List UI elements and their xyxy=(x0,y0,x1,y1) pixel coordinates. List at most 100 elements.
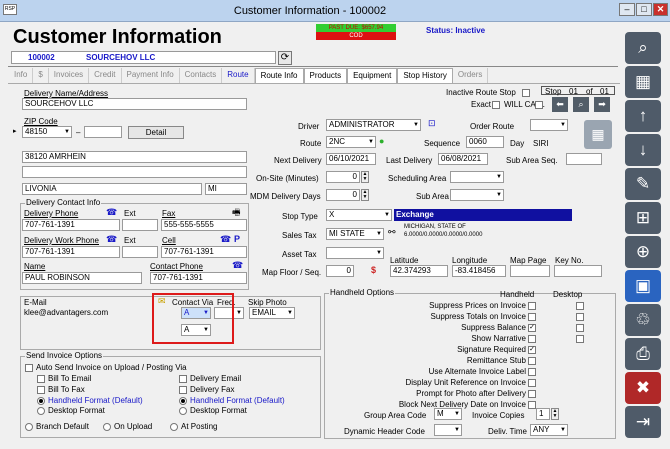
up-arrow-icon[interactable]: ↑ xyxy=(625,100,661,132)
pencil-icon[interactable]: ✎ xyxy=(625,168,661,200)
address1-field[interactable]: 38120 AMRHEIN xyxy=(22,151,247,163)
sub-area-seq-field[interactable] xyxy=(566,153,602,165)
tab-dollar[interactable]: $ xyxy=(33,68,49,83)
work-phone-field[interactable]: 707-761-1391 xyxy=(22,246,120,258)
customer-selector[interactable]: 100002 SOURCEHOV LLC xyxy=(11,51,276,64)
tab-equipment[interactable]: Equipment xyxy=(347,68,398,83)
invoice-copies-spinner[interactable]: ▲ ▼ xyxy=(551,408,559,420)
zip-field[interactable]: 48150 xyxy=(22,126,72,138)
tab-orders[interactable]: Orders xyxy=(453,68,489,83)
at-posting-radio[interactable] xyxy=(170,423,178,431)
branch-default-radio[interactable] xyxy=(25,423,33,431)
tab-invoices[interactable]: Invoices xyxy=(49,68,90,83)
exact-checkbox[interactable] xyxy=(492,101,500,109)
deliv-time-select[interactable]: ANY xyxy=(530,424,568,436)
phone-icon[interactable]: ☎ xyxy=(232,260,243,270)
close-x-icon[interactable]: ✖ xyxy=(625,372,661,404)
cell-field[interactable]: 707-761-1391 xyxy=(161,246,247,258)
parking-icon[interactable]: P xyxy=(234,234,240,244)
option-handheld-checkbox-1[interactable] xyxy=(528,313,536,321)
sequence-field[interactable]: 0060 xyxy=(466,136,504,148)
onsite-spinner[interactable]: ▲ ▼ xyxy=(361,171,369,183)
desktop-format-radio-2[interactable] xyxy=(179,407,187,415)
phone-icon[interactable]: ☎ xyxy=(106,207,117,217)
inactive-route-stop-checkbox[interactable] xyxy=(522,89,530,97)
option-handheld-checkbox-6[interactable] xyxy=(528,368,536,376)
contact-name-field[interactable]: PAUL ROBINSON xyxy=(22,272,142,284)
tab-payment-info[interactable]: Payment Info xyxy=(122,68,180,83)
map-pin-icon[interactable]: ● xyxy=(379,136,384,146)
option-handheld-checkbox-4[interactable]: ✓ xyxy=(528,346,536,354)
option-handheld-checkbox-8[interactable] xyxy=(528,390,536,398)
option-handheld-checkbox-0[interactable] xyxy=(528,302,536,310)
tab-credit[interactable]: Credit xyxy=(89,68,122,83)
delivery-email-checkbox[interactable] xyxy=(179,375,187,383)
last-delivery-field[interactable]: 06/08/2021 xyxy=(438,153,488,165)
tab-info[interactable]: Info xyxy=(9,68,34,83)
next-stop-button[interactable]: ➡ xyxy=(594,97,610,112)
calendar-icon[interactable]: ▦ xyxy=(584,120,612,149)
onsite-field[interactable]: 0 xyxy=(326,171,360,183)
grid-icon[interactable]: ▦ xyxy=(625,66,661,98)
mdm-spinner[interactable]: ▲ ▼ xyxy=(361,189,369,201)
map-page-field[interactable] xyxy=(510,265,550,277)
zip-ext-field[interactable] xyxy=(84,126,122,138)
option-handheld-checkbox-3[interactable] xyxy=(528,335,536,343)
mdm-field[interactable]: 0 xyxy=(326,189,360,201)
option-desktop-checkbox-1[interactable] xyxy=(576,313,584,321)
scheduling-area-select[interactable] xyxy=(450,171,504,183)
key-no-field[interactable] xyxy=(554,265,602,277)
group-area-select[interactable]: M xyxy=(434,408,462,420)
handheld-format-radio[interactable] xyxy=(37,397,45,405)
save-icon[interactable]: ▣ xyxy=(625,270,661,302)
auto-send-checkbox[interactable] xyxy=(25,364,33,372)
exit-icon[interactable]: ⇥ xyxy=(625,406,661,438)
delivery-name-field[interactable]: SOURCEHOV LLC xyxy=(22,98,247,110)
city-field[interactable]: LIVONIA xyxy=(22,183,202,195)
bill-to-fax-checkbox[interactable] xyxy=(37,386,45,394)
longitude-field[interactable]: -83.418456 xyxy=(452,265,506,277)
close-window-button[interactable]: ✕ xyxy=(653,3,668,16)
address2-field[interactable] xyxy=(22,166,247,178)
option-desktop-checkbox-3[interactable] xyxy=(576,335,584,343)
skip-photo-select[interactable]: EMAIL xyxy=(249,307,295,319)
handheld-format-radio-2[interactable] xyxy=(179,397,187,405)
asset-tax-select[interactable] xyxy=(326,247,384,259)
tab-route-info[interactable]: Route Info xyxy=(254,68,304,83)
tab-stop-history[interactable]: Stop History xyxy=(397,68,453,83)
order-route-select[interactable] xyxy=(530,119,568,131)
add-page-icon[interactable]: ⊞ xyxy=(625,202,661,234)
will-call-checkbox[interactable] xyxy=(535,101,543,109)
cell-phone-icon[interactable]: ☎ xyxy=(220,234,231,244)
refresh-icon[interactable]: ⟳ xyxy=(278,51,292,65)
option-handheld-checkbox-7[interactable] xyxy=(528,379,536,387)
dynamic-header-select[interactable] xyxy=(434,424,462,436)
dollar-map-icon[interactable]: $ xyxy=(371,265,376,275)
bill-to-email-checkbox[interactable] xyxy=(37,375,45,383)
on-upload-radio[interactable] xyxy=(103,423,111,431)
phone-icon[interactable]: ☎ xyxy=(106,234,117,244)
latitude-field[interactable]: 42.374293 xyxy=(390,265,448,277)
driver-lookup-icon[interactable]: ⊡ xyxy=(428,118,436,128)
minimize-button[interactable]: ‒ xyxy=(619,3,635,16)
state-field[interactable]: MI xyxy=(205,183,247,195)
maximize-button[interactable]: □ xyxy=(636,3,652,16)
detail-button[interactable]: Detail xyxy=(128,126,184,139)
trash-icon[interactable]: ♲ xyxy=(625,304,661,336)
map-floor-field[interactable]: 0 xyxy=(326,265,354,277)
invoice-copies-field[interactable]: 1 xyxy=(536,408,550,420)
contact-phone-field[interactable]: 707-761-1391 xyxy=(150,272,247,284)
sales-tax-select[interactable]: MI STATE xyxy=(326,228,384,240)
tab-route[interactable]: Route xyxy=(222,68,255,83)
ext-field[interactable] xyxy=(122,219,158,231)
save-add-icon[interactable]: ⊕ xyxy=(625,236,661,268)
prev-stop-button[interactable]: ⬅ xyxy=(552,97,568,112)
fax-field[interactable]: 555-555-5555 xyxy=(161,219,247,231)
work-ext-field[interactable] xyxy=(122,246,158,258)
delivery-fax-checkbox[interactable] xyxy=(179,386,187,394)
desktop-format-radio[interactable] xyxy=(37,407,45,415)
email-field[interactable]: klee@advantagers.com xyxy=(22,308,150,344)
tab-products[interactable]: Products xyxy=(303,68,348,83)
binoculars-icon[interactable]: ⚯ xyxy=(388,227,396,237)
search-icon[interactable]: ⌕ xyxy=(625,32,661,64)
